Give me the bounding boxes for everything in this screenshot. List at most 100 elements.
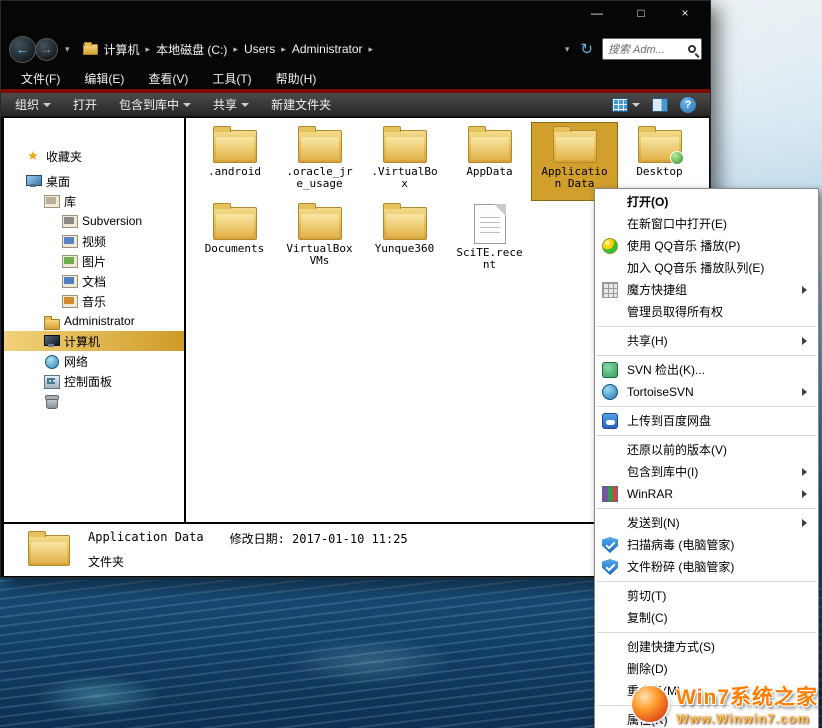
breadcrumb-item-administrator[interactable]: Administrator: [292, 42, 363, 56]
location-folder-icon: [83, 44, 98, 55]
context-menu-item-file-shredder[interactable]: 文件粉碎 (电脑管家): [595, 556, 818, 578]
file-tile-virtualbox[interactable]: .VirtualBox: [362, 123, 447, 200]
sidebar-item-administrator[interactable]: Administrator: [4, 311, 184, 331]
back-icon: ←: [16, 42, 30, 56]
folder-icon: [553, 130, 597, 163]
sidebar-label: 音乐: [82, 293, 106, 310]
file-tile-virtualbox-vms[interactable]: VirtualBox VMs: [277, 200, 362, 277]
menu-item-label: 包含到库中(I): [627, 465, 698, 479]
sidebar-item-pictures[interactable]: 图片: [4, 251, 184, 271]
context-menu-item-admin-take-ownership[interactable]: 管理员取得所有权: [595, 301, 818, 323]
chevron-down-icon: [632, 103, 640, 111]
breadcrumb-separator-icon: ▸: [281, 44, 286, 55]
sidebar-item-music[interactable]: 音乐: [4, 291, 184, 311]
document-library-icon: [62, 274, 76, 288]
sidebar-item-network[interactable]: 网络: [4, 351, 184, 371]
context-menu-item-mofang-shortcut-group[interactable]: 魔方快捷组: [595, 279, 818, 301]
open-button[interactable]: 打开: [73, 96, 97, 113]
window-controls: — □ ×: [588, 6, 694, 20]
context-menu: 打开(O) 在新窗口中打开(E) 使用 QQ音乐 播放(P) 加入 QQ音乐 播…: [594, 188, 819, 728]
context-menu-item-baidu-upload[interactable]: 上传到百度网盘: [595, 410, 818, 432]
recent-pages-dropdown[interactable]: ▾: [65, 44, 70, 55]
menu-item-label: 上传到百度网盘: [627, 414, 711, 428]
file-tile-appdata[interactable]: AppData: [447, 123, 532, 200]
menu-item-label: 加入 QQ音乐 播放队列(E): [627, 261, 764, 275]
menu-tools[interactable]: 工具(T): [212, 70, 251, 87]
help-button[interactable]: ?: [680, 97, 696, 113]
search-placeholder: 搜索 Adm...: [608, 41, 684, 57]
close-button[interactable]: ×: [676, 6, 694, 20]
sidebar-item-recycle-bin[interactable]: [4, 391, 184, 411]
video-library-icon: [62, 234, 76, 248]
context-menu-item-create-shortcut[interactable]: 创建快捷方式(S): [595, 636, 818, 658]
context-menu-item-svn-checkout[interactable]: SVN 检出(K)...: [595, 359, 818, 381]
sidebar-item-favorites[interactable]: ★ 收藏夹: [4, 146, 184, 166]
file-tile-documents[interactable]: Documents: [192, 200, 277, 277]
submenu-arrow-icon: [802, 388, 811, 396]
sidebar-item-control-panel[interactable]: 控制面板: [4, 371, 184, 391]
menu-item-label: 发送到(N): [627, 516, 680, 530]
menu-file[interactable]: 文件(F): [21, 70, 60, 87]
context-menu-item-restore-previous-versions[interactable]: 还原以前的版本(V): [595, 439, 818, 461]
menu-item-label: 在新窗口中打开(E): [627, 217, 727, 231]
context-menu-item-share[interactable]: 共享(H): [595, 330, 818, 352]
search-icon[interactable]: [688, 45, 696, 53]
toolbar-right-group: ?: [612, 97, 696, 113]
organize-button[interactable]: 组织: [15, 96, 51, 113]
forward-button[interactable]: →: [35, 38, 58, 61]
sidebar-item-libraries[interactable]: 库: [4, 191, 184, 211]
new-folder-button[interactable]: 新建文件夹: [271, 96, 331, 113]
context-menu-item-scan-virus[interactable]: 扫描病毒 (电脑管家): [595, 534, 818, 556]
sidebar-label: 收藏夹: [46, 148, 82, 165]
sidebar-item-subversion[interactable]: Subversion: [4, 211, 184, 231]
computer-icon: [44, 334, 58, 348]
breadcrumb-item-users[interactable]: Users: [244, 42, 275, 56]
context-menu-item-send-to[interactable]: 发送到(N): [595, 512, 818, 534]
menu-item-label: SVN 检出(K)...: [627, 363, 705, 377]
context-menu-item-delete[interactable]: 删除(D): [595, 658, 818, 680]
file-tile-yunque360[interactable]: Yunque360: [362, 200, 447, 277]
context-menu-item-open-new-window[interactable]: 在新窗口中打开(E): [595, 213, 818, 235]
refresh-icon[interactable]: ↻: [580, 40, 593, 58]
context-menu-item-winrar[interactable]: WinRAR: [595, 483, 818, 505]
menu-help[interactable]: 帮助(H): [276, 70, 317, 87]
preview-pane-button[interactable]: [652, 98, 668, 112]
breadcrumb-item-local-disk-c[interactable]: 本地磁盘 (C:): [156, 41, 227, 58]
context-menu-item-qq-music-play[interactable]: 使用 QQ音乐 播放(P): [595, 235, 818, 257]
sidebar-label: Administrator: [64, 314, 135, 328]
maximize-button[interactable]: □: [632, 6, 650, 20]
change-view-button[interactable]: [612, 98, 640, 112]
include-in-library-button[interactable]: 包含到库中: [119, 96, 191, 113]
menu-separator: [597, 508, 816, 509]
search-input[interactable]: 搜索 Adm...: [602, 38, 702, 60]
file-tile-scite-recent[interactable]: SciTE.recent: [447, 200, 532, 277]
sidebar-item-desktop[interactable]: 桌面: [4, 171, 184, 191]
context-menu-item-include-in-library[interactable]: 包含到库中(I): [595, 461, 818, 483]
menu-view[interactable]: 查看(V): [148, 70, 188, 87]
sidebar-item-computer[interactable]: 计算机: [4, 331, 184, 351]
context-menu-item-open[interactable]: 打开(O): [595, 191, 818, 213]
back-button[interactable]: ←: [9, 36, 36, 63]
context-menu-item-tortoisesvn[interactable]: TortoiseSVN: [595, 381, 818, 403]
file-tile-oracle-jre-usage[interactable]: .oracle_jre_usage: [277, 123, 362, 200]
menu-item-label: 剪切(T): [627, 589, 666, 603]
file-label: .VirtualBox: [369, 166, 441, 190]
minimize-button[interactable]: —: [588, 6, 606, 20]
sidebar-item-documents[interactable]: 文档: [4, 271, 184, 291]
sidebar-item-videos[interactable]: 视频: [4, 231, 184, 251]
sidebar-label: 桌面: [46, 173, 70, 190]
menu-edit[interactable]: 编辑(E): [84, 70, 124, 87]
context-menu-item-copy[interactable]: 复制(C): [595, 607, 818, 629]
watermark-title: Win7系统之家: [676, 681, 818, 711]
breadcrumb-item-computer[interactable]: 计算机: [104, 41, 140, 58]
selected-folder-icon: [28, 535, 70, 566]
context-menu-item-qq-music-queue[interactable]: 加入 QQ音乐 播放队列(E): [595, 257, 818, 279]
share-button[interactable]: 共享: [213, 96, 249, 113]
desktop-emblem-icon: [670, 151, 684, 165]
menu-item-label: 删除(D): [627, 662, 668, 676]
menu-item-label: 魔方快捷组: [627, 283, 687, 297]
file-label: VirtualBox VMs: [284, 243, 356, 267]
address-dropdown[interactable]: ▾: [565, 44, 570, 55]
file-tile-android[interactable]: .android: [192, 123, 277, 200]
context-menu-item-cut[interactable]: 剪切(T): [595, 585, 818, 607]
